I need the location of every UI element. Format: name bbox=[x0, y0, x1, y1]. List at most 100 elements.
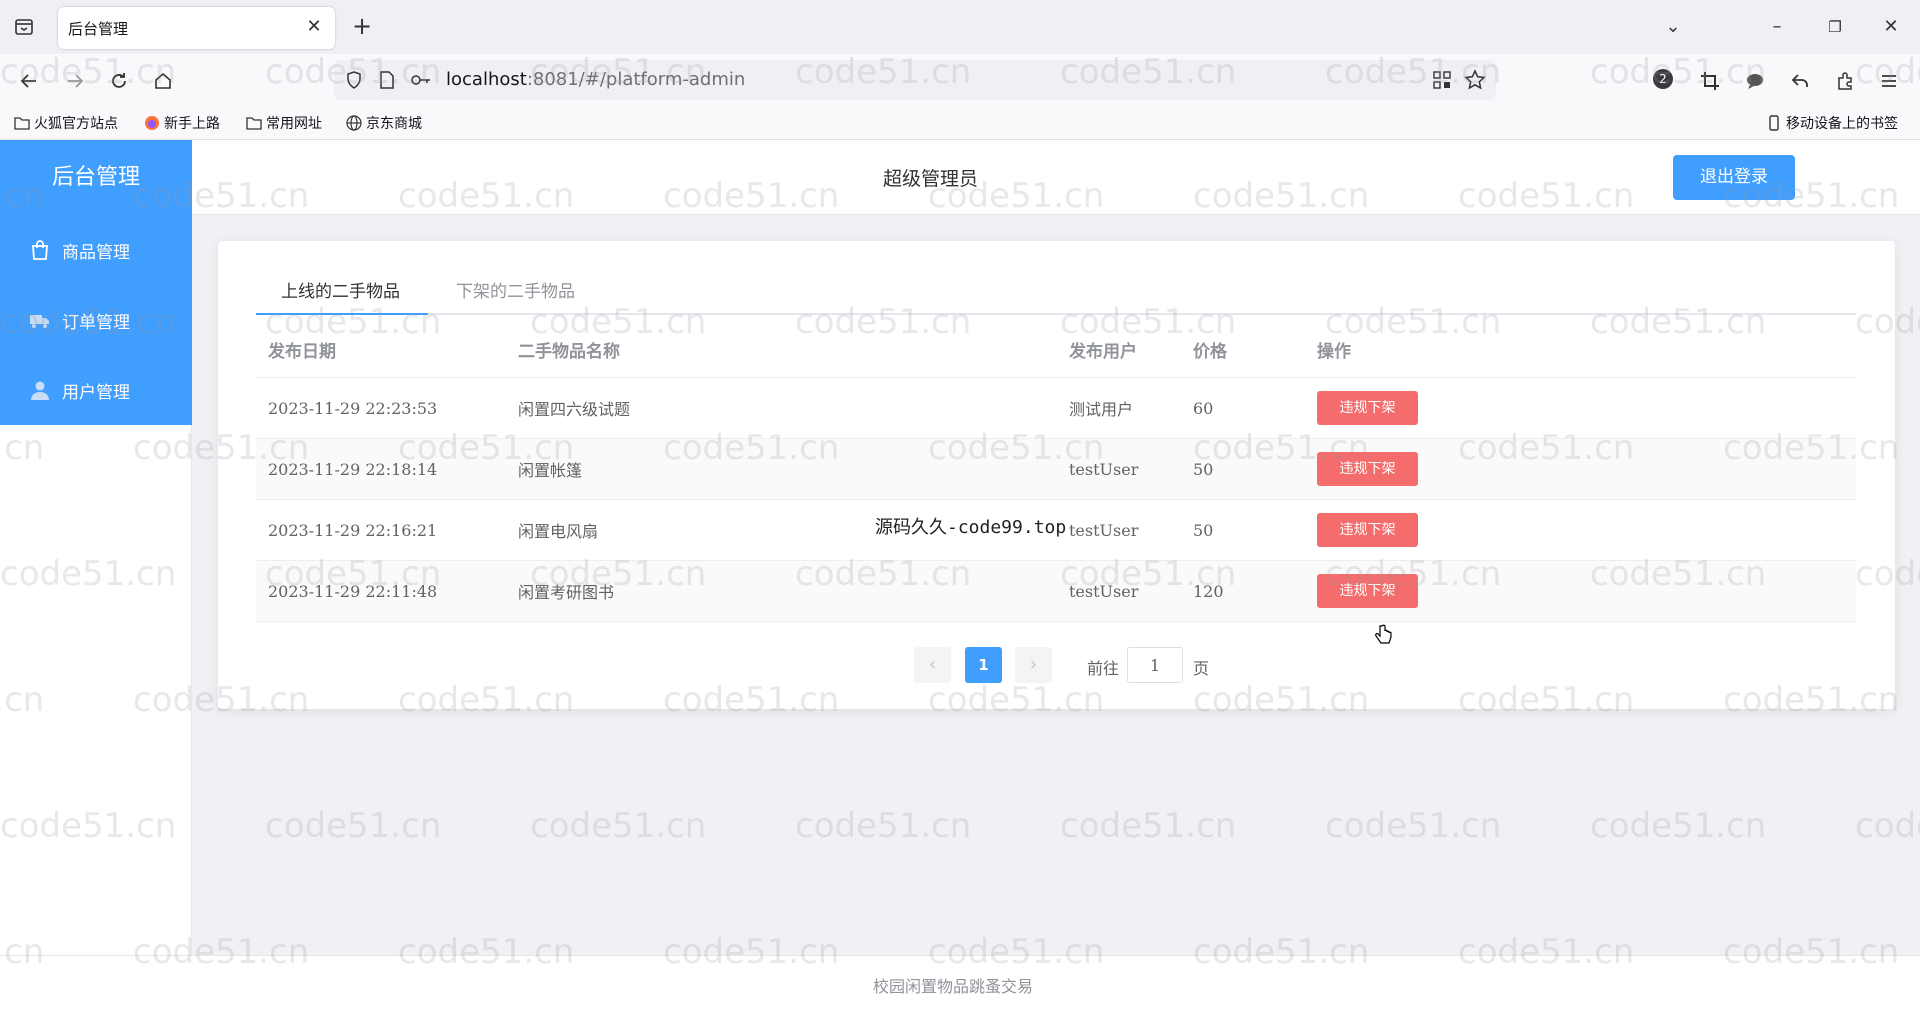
cell-price: 50 bbox=[1193, 520, 1214, 540]
browser-tab-bar: 后台管理 ✕ + ⌄ – ❐ ✕ bbox=[0, 0, 1920, 54]
browser-nav-bar: localhost:8081/#/platform-admin 2 bbox=[0, 54, 1920, 106]
table-row: 2023-11-29 22:18:14 闲置帐篷 testUser 50 违规下… bbox=[256, 439, 1856, 500]
forward-icon[interactable] bbox=[60, 66, 90, 96]
minimize-icon[interactable]: – bbox=[1762, 12, 1792, 42]
cell-operation: 违规下架 bbox=[1317, 561, 1418, 621]
url-path: :8081/#/platform-admin bbox=[526, 69, 746, 90]
key-icon[interactable] bbox=[410, 70, 432, 94]
extension-badge[interactable]: 2 bbox=[1653, 69, 1673, 89]
shopping-bag-icon bbox=[28, 238, 52, 262]
mobile-device-icon bbox=[1766, 115, 1782, 131]
goods-table: 发布日期 二手物品名称 发布用户 价格 操作 2023-11-29 22:23:… bbox=[256, 321, 1856, 622]
cell-user: 测试用户 bbox=[1069, 400, 1134, 419]
bookmark-item[interactable]: 火狐官方站点 bbox=[14, 113, 118, 133]
app-root: 后台管理 超级管理员 退出登录 商品管理 订单管理 用户管理 上线的二手物品 下… bbox=[0, 140, 1920, 1030]
user-icon bbox=[28, 378, 52, 402]
table-header: 发布日期 二手物品名称 发布用户 价格 操作 bbox=[256, 321, 1856, 378]
menu-icon[interactable] bbox=[1874, 66, 1904, 96]
bookmark-item[interactable]: 新手上路 bbox=[144, 113, 220, 133]
cell-price: 60 bbox=[1193, 398, 1214, 418]
cell-user: testUser bbox=[1069, 581, 1139, 601]
cell-operation: 违规下架 bbox=[1317, 378, 1418, 438]
bookmark-label: 新手上路 bbox=[164, 116, 220, 132]
cell-name: 闲置电风扇 bbox=[518, 522, 599, 541]
page-icon[interactable] bbox=[378, 70, 396, 94]
header-date: 发布日期 bbox=[268, 341, 336, 362]
takedown-button[interactable]: 违规下架 bbox=[1317, 574, 1418, 608]
mobile-bookmarks[interactable]: 移动设备上的书签 bbox=[1766, 113, 1898, 133]
next-page-button[interactable]: › bbox=[1015, 647, 1052, 683]
crop-icon[interactable] bbox=[1695, 66, 1725, 96]
page-number-current[interactable]: 1 bbox=[965, 647, 1002, 683]
app-footer: 校园闲置物品跳蚤交易 bbox=[0, 955, 1920, 1030]
globe-icon bbox=[346, 115, 362, 131]
tab-offline-goods[interactable]: 下架的二手物品 bbox=[456, 277, 575, 302]
goto-suffix: 页 bbox=[1193, 659, 1210, 678]
cell-operation: 违规下架 bbox=[1317, 439, 1418, 499]
header-price: 价格 bbox=[1193, 341, 1227, 362]
back-icon[interactable] bbox=[14, 66, 44, 96]
cell-operation: 违规下架 bbox=[1317, 500, 1418, 560]
sidebar-item-label: 用户管理 bbox=[62, 382, 130, 403]
extensions-icon[interactable] bbox=[1830, 66, 1860, 96]
bookmark-label: 火狐官方站点 bbox=[34, 116, 118, 132]
tab-list-icon[interactable] bbox=[12, 15, 36, 39]
home-icon[interactable] bbox=[148, 66, 178, 96]
table-row: 2023-11-29 22:11:48 闲置考研图书 testUser 120 … bbox=[256, 561, 1856, 622]
logout-button[interactable]: 退出登录 bbox=[1673, 155, 1795, 200]
qr-code-icon[interactable] bbox=[1432, 70, 1452, 94]
truck-icon bbox=[28, 308, 52, 332]
app-header: 后台管理 超级管理员 退出登录 bbox=[0, 140, 1920, 215]
close-tab-icon[interactable]: ✕ bbox=[303, 16, 325, 38]
tab-online-goods[interactable]: 上线的二手物品 bbox=[281, 277, 400, 302]
cell-name: 闲置四六级试题 bbox=[518, 400, 631, 419]
bookmark-item[interactable]: 常用网址 bbox=[246, 113, 322, 133]
shield-icon[interactable] bbox=[344, 70, 364, 94]
takedown-button[interactable]: 违规下架 bbox=[1317, 513, 1418, 547]
table-row: 2023-11-29 22:23:53 闲置四六级试题 测试用户 60 违规下架 bbox=[256, 378, 1856, 439]
header-name: 二手物品名称 bbox=[518, 341, 620, 362]
takedown-button[interactable]: 违规下架 bbox=[1317, 391, 1418, 425]
cell-user: testUser bbox=[1069, 459, 1139, 479]
address-bar[interactable]: localhost:8081/#/platform-admin bbox=[334, 60, 1496, 100]
undo-icon[interactable] bbox=[1785, 66, 1815, 96]
bookmark-label: 常用网址 bbox=[266, 116, 322, 132]
reload-icon[interactable] bbox=[104, 66, 134, 96]
cell-price: 50 bbox=[1193, 459, 1214, 479]
restore-icon[interactable]: ❐ bbox=[1820, 12, 1850, 42]
list-all-tabs-icon[interactable]: ⌄ bbox=[1658, 12, 1688, 42]
firefox-icon bbox=[144, 115, 160, 131]
takedown-button[interactable]: 违规下架 bbox=[1317, 452, 1418, 486]
sidebar-item-orders[interactable]: 订单管理 bbox=[0, 285, 192, 355]
browser-tab-title: 后台管理 bbox=[68, 20, 129, 38]
bookmarks-toolbar: 火狐官方站点 新手上路 常用网址 京东商城 移动设备上的书签 bbox=[0, 106, 1920, 140]
goto-prefix: 前往 bbox=[1087, 659, 1120, 678]
cell-date: 2023-11-29 22:23:53 bbox=[268, 398, 438, 418]
bookmark-label: 京东商城 bbox=[366, 116, 422, 132]
sidebar-item-label: 订单管理 bbox=[62, 312, 130, 333]
goto-page-input[interactable] bbox=[1127, 647, 1183, 683]
cell-name: 闲置考研图书 bbox=[518, 583, 615, 602]
folder-icon bbox=[246, 115, 262, 131]
bookmark-item[interactable]: 京东商城 bbox=[346, 113, 422, 133]
url-text[interactable]: localhost:8081/#/platform-admin bbox=[446, 69, 745, 90]
browser-tab[interactable]: 后台管理 ✕ bbox=[58, 7, 335, 49]
cell-date: 2023-11-29 22:16:21 bbox=[268, 520, 438, 540]
prev-page-button[interactable]: ‹ bbox=[914, 647, 951, 683]
header-operation: 操作 bbox=[1317, 341, 1351, 362]
cell-date: 2023-11-29 22:11:48 bbox=[268, 581, 438, 601]
content-card: 上线的二手物品 下架的二手物品 发布日期 二手物品名称 发布用户 价格 操作 2… bbox=[218, 241, 1895, 709]
pagination: ‹ 1 › 前往 页 bbox=[914, 647, 1474, 685]
close-window-icon[interactable]: ✕ bbox=[1876, 12, 1906, 42]
new-tab-icon[interactable]: + bbox=[348, 12, 376, 40]
cell-name: 闲置帐篷 bbox=[518, 461, 583, 480]
active-tab-indicator bbox=[256, 313, 428, 315]
hand-cursor-icon bbox=[1374, 624, 1392, 646]
sidebar-menu: 商品管理 订单管理 用户管理 bbox=[0, 215, 192, 425]
sidebar-item-users[interactable]: 用户管理 bbox=[0, 355, 192, 425]
sidebar-item-goods[interactable]: 商品管理 bbox=[0, 215, 192, 285]
header-user: 发布用户 bbox=[1069, 341, 1137, 362]
chat-icon[interactable] bbox=[1740, 66, 1770, 96]
cell-price: 120 bbox=[1193, 581, 1224, 601]
bookmark-star-icon[interactable] bbox=[1464, 69, 1486, 95]
